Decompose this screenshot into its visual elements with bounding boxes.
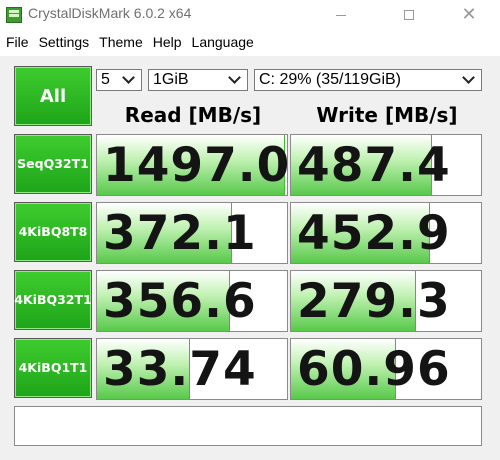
menu-help[interactable]: Help — [151, 34, 185, 50]
test-label-line1: 4KiB — [18, 360, 51, 375]
test-label-line1: Seq — [17, 156, 44, 171]
write-header: Write [MB/s] — [316, 103, 458, 127]
drive-value: C: 29% (35/119GiB) — [259, 71, 401, 88]
menu-file[interactable]: File — [4, 34, 32, 50]
read-result-cell: 33.74 — [96, 338, 288, 400]
write-result-value: 487.4 — [297, 138, 451, 193]
test-label-line1: 4KiB — [18, 224, 51, 239]
chevron-down-icon — [462, 71, 475, 84]
chevron-down-icon — [122, 71, 135, 84]
title-bar: CrystalDiskMark 6.0.2 x64 ✕ — [0, 0, 500, 30]
read-result-value: 1497.0 — [103, 138, 288, 193]
test-label-line2: Q8T8 — [50, 224, 88, 239]
comment-field[interactable] — [14, 406, 482, 446]
test-4kib-q32t1-button[interactable]: 4KiB Q32T1 — [14, 270, 92, 330]
maximize-icon — [404, 10, 414, 20]
menu-bar: File Settings Theme Help Language — [0, 31, 500, 53]
write-result-cell: 487.4 — [290, 134, 482, 196]
maximize-button[interactable] — [386, 0, 432, 30]
chevron-down-icon — [228, 71, 241, 84]
minimize-icon — [336, 14, 346, 16]
test-count-select[interactable]: 5 — [96, 69, 142, 91]
menu-language[interactable]: Language — [190, 34, 257, 50]
read-header: Read [MB/s] — [124, 103, 262, 127]
test-size-select[interactable]: 1GiB — [148, 69, 248, 91]
write-result-value: 452.9 — [297, 206, 451, 261]
read-result-cell: 356.6 — [96, 270, 288, 332]
test-4kib-q8t8-button[interactable]: 4KiB Q8T8 — [14, 202, 92, 262]
close-button[interactable]: ✕ — [446, 0, 492, 30]
read-result-cell: 1497.0 — [96, 134, 288, 196]
write-result-cell: 452.9 — [290, 202, 482, 264]
menu-theme[interactable]: Theme — [97, 34, 146, 50]
test-size-value: 1GiB — [153, 71, 189, 88]
read-result-value: 356.6 — [103, 274, 257, 329]
write-result-value: 60.96 — [297, 342, 451, 397]
test-label-line2: Q32T1 — [46, 292, 92, 307]
write-result-cell: 279.3 — [290, 270, 482, 332]
menu-settings[interactable]: Settings — [37, 34, 93, 50]
write-result-cell: 60.96 — [290, 338, 482, 400]
test-seq-q32t1-button[interactable]: Seq Q32T1 — [14, 134, 92, 194]
minimize-button[interactable] — [318, 0, 364, 30]
window-title: CrystalDiskMark 6.0.2 x64 — [28, 5, 192, 21]
test-label-line2: Q32T1 — [43, 156, 89, 171]
read-result-value: 33.74 — [103, 342, 257, 397]
write-result-value: 279.3 — [297, 274, 451, 329]
test-4kib-q1t1-button[interactable]: 4KiB Q1T1 — [14, 338, 92, 398]
drive-select[interactable]: C: 29% (35/119GiB) — [254, 69, 482, 91]
test-label-line1: 4KiB — [14, 292, 47, 307]
test-count-value: 5 — [101, 71, 110, 88]
read-result-value: 372.1 — [103, 206, 257, 261]
main-panel: All 5 1GiB C: 29% (35/119GiB) Read [MB/s… — [0, 56, 500, 460]
read-result-cell: 372.1 — [96, 202, 288, 264]
app-icon — [6, 7, 22, 23]
test-label-line2: Q1T1 — [50, 360, 88, 375]
close-icon: ✕ — [461, 4, 477, 25]
all-button[interactable]: All — [14, 66, 92, 126]
